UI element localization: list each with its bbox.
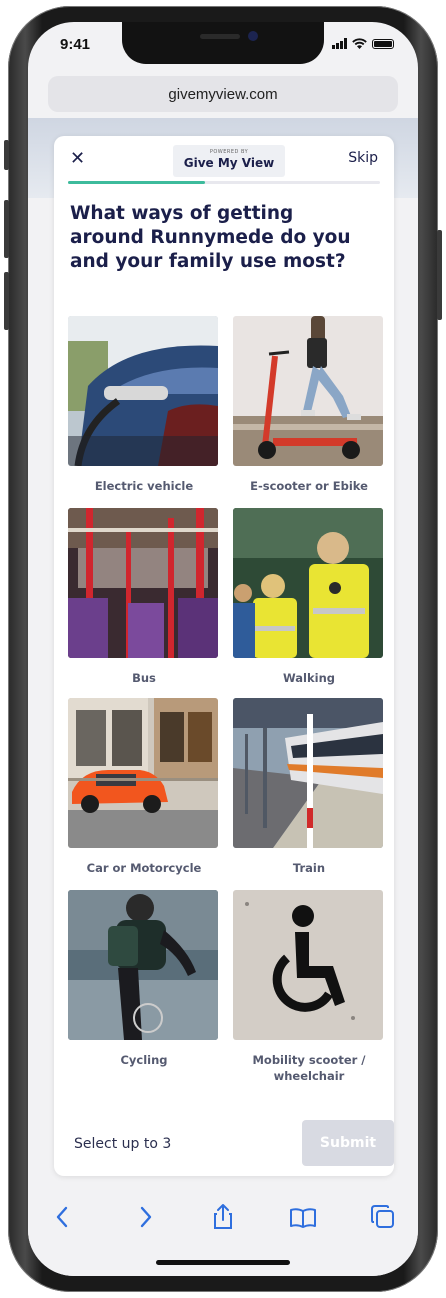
option-train[interactable]: Train	[233, 698, 385, 876]
electric-vehicle-image	[68, 316, 218, 466]
home-indicator	[156, 1260, 290, 1265]
e-scooter-image	[233, 316, 383, 466]
cycling-image	[68, 890, 218, 1040]
option-mobility-scooter[interactable]: Mobility scooter / wheelchair	[233, 890, 385, 1084]
mute-switch	[4, 140, 9, 170]
survey-card: ✕ POWERED BY Give My View Skip What ways…	[54, 136, 394, 1176]
walking-image	[233, 508, 383, 658]
wheelchair-image	[233, 890, 383, 1040]
url-text: givemyview.com	[168, 85, 278, 103]
speaker	[200, 34, 240, 39]
option-label: Mobility scooter / wheelchair	[252, 1053, 366, 1083]
option-label: Bus	[132, 671, 156, 685]
signal-icon	[332, 38, 347, 49]
notch	[122, 22, 324, 64]
option-bus[interactable]: Bus	[68, 508, 220, 686]
option-label: Train	[292, 861, 326, 875]
chevron-left-icon[interactable]	[48, 1202, 78, 1232]
option-car-or-motorcycle[interactable]: Car or Motorcycle	[68, 698, 220, 876]
bus-image	[68, 508, 218, 658]
volume-up-button	[4, 200, 9, 258]
brand-name: Give My View	[183, 156, 275, 170]
option-label: Cycling	[120, 1053, 168, 1067]
tabs-icon[interactable]	[368, 1202, 398, 1232]
phone-screen: 9:41 givemyview.com ✕ POWERED BY Give My…	[28, 22, 418, 1276]
option-label: Electric vehicle	[94, 479, 194, 493]
powered-by-text: POWERED BY	[209, 149, 249, 155]
option-e-scooter[interactable]: E-scooter or Ebike	[233, 316, 385, 494]
wifi-icon	[352, 38, 367, 49]
progress-fill	[68, 181, 206, 184]
question-title: What ways of getting around Runnymede do…	[70, 203, 351, 272]
volume-down-button	[4, 272, 9, 330]
status-time: 9:41	[60, 36, 91, 53]
share-icon[interactable]	[208, 1202, 238, 1232]
option-cycling[interactable]: Cycling	[68, 890, 220, 1068]
select-limit-text: Select up to 3	[74, 1136, 172, 1152]
option-label: Walking	[283, 671, 335, 685]
survey-header: ✕ POWERED BY Give My View Skip	[54, 136, 394, 182]
front-camera	[248, 31, 258, 41]
train-image	[233, 698, 383, 848]
chevron-right-icon[interactable]	[130, 1202, 160, 1232]
book-icon[interactable]	[288, 1202, 318, 1232]
battery-icon	[372, 39, 394, 49]
skip-button[interactable]: Skip	[348, 150, 378, 166]
power-button	[437, 230, 442, 320]
submit-button[interactable]: Submit	[302, 1120, 394, 1166]
brand-logo: POWERED BY Give My View	[173, 145, 285, 177]
progress-bar	[68, 181, 380, 184]
option-electric-vehicle[interactable]: Electric vehicle	[68, 316, 220, 494]
option-walking[interactable]: Walking	[233, 508, 385, 686]
status-icons	[332, 38, 394, 49]
car-image	[68, 698, 218, 848]
option-label: Car or Motorcycle	[86, 861, 202, 875]
option-label: E-scooter or Ebike	[250, 479, 368, 493]
address-bar[interactable]: givemyview.com	[48, 76, 398, 112]
close-icon[interactable]: ✕	[70, 150, 85, 168]
